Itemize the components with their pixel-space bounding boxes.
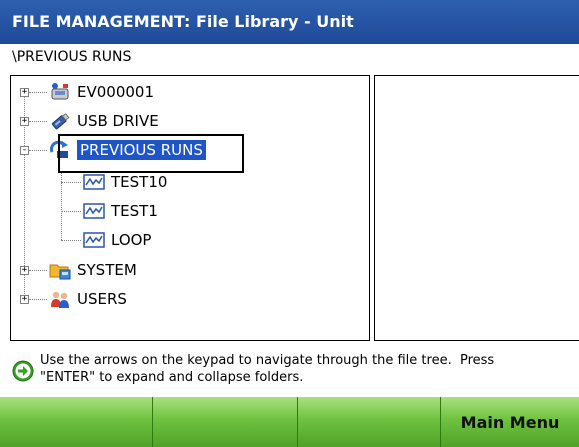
tree-node-label: USERS <box>77 290 127 308</box>
waveform-file-icon <box>83 174 105 190</box>
navigation-hint: Use the arrows on the keypad to navigate… <box>12 352 579 386</box>
file-library-screen: FILE MANAGEMENT: File Library - Unit \PR… <box>0 0 579 447</box>
users-icon <box>51 291 69 308</box>
tree-connector <box>29 150 47 152</box>
tree-node-users[interactable]: USERS <box>49 288 127 310</box>
collapse-toggle[interactable]: - <box>20 146 29 155</box>
softkey-3[interactable] <box>298 397 441 447</box>
tree-node-ev000001[interactable]: EV000001 <box>49 81 154 103</box>
window-title: FILE MANAGEMENT: File Library - Unit <box>0 0 579 44</box>
tree-connector <box>61 240 81 242</box>
expand-toggle[interactable]: + <box>20 117 29 126</box>
tree-node-label: LOOP <box>111 231 152 249</box>
waveform-file-icon <box>83 232 105 248</box>
softkey-1[interactable] <box>0 397 153 447</box>
current-path: \PREVIOUS RUNS <box>12 49 132 65</box>
softkey-2[interactable] <box>153 397 298 447</box>
file-details-pane <box>374 75 579 341</box>
tree-connector <box>29 121 47 123</box>
expand-toggle[interactable]: + <box>20 295 29 304</box>
tree-node-label: TEST1 <box>111 202 158 220</box>
tree-node-test1[interactable]: TEST1 <box>83 200 158 222</box>
expand-toggle[interactable]: + <box>20 266 29 275</box>
device-icon <box>51 83 69 100</box>
file-tree-pane[interactable]: + + - + + EV000001 USB DRIVE PREVIOUS RU… <box>10 75 370 341</box>
tree-node-label: EV000001 <box>77 83 154 101</box>
tree-connector <box>61 211 81 213</box>
tree-node-test10[interactable]: TEST10 <box>83 171 167 193</box>
expand-toggle[interactable]: + <box>20 88 29 97</box>
tree-node-label: SYSTEM <box>77 261 137 279</box>
waveform-file-icon <box>83 203 105 219</box>
previous-runs-icon <box>49 140 68 158</box>
tree-node-usb-drive[interactable]: USB DRIVE <box>49 110 159 132</box>
tree-connector <box>61 182 81 184</box>
main-menu-button[interactable]: Main Menu <box>441 397 579 447</box>
system-folder-icon <box>49 264 71 280</box>
tree-node-system[interactable]: SYSTEM <box>49 259 137 281</box>
tree-node-label: PREVIOUS RUNS <box>77 140 206 160</box>
tree-connector <box>29 92 47 94</box>
tree-connector <box>29 270 47 272</box>
green-arrow-icon <box>12 360 34 382</box>
softkey-bar: Main Menu <box>0 397 579 447</box>
hint-text: Use the arrows on the keypad to navigate… <box>40 353 495 385</box>
usb-drive-icon <box>51 113 70 130</box>
tree-node-label: USB DRIVE <box>77 112 159 130</box>
tree-node-label: TEST10 <box>111 173 168 191</box>
tree-node-loop[interactable]: LOOP <box>83 229 151 251</box>
tree-node-previous-runs[interactable]: PREVIOUS RUNS <box>49 139 206 161</box>
tree-connector <box>29 299 47 301</box>
